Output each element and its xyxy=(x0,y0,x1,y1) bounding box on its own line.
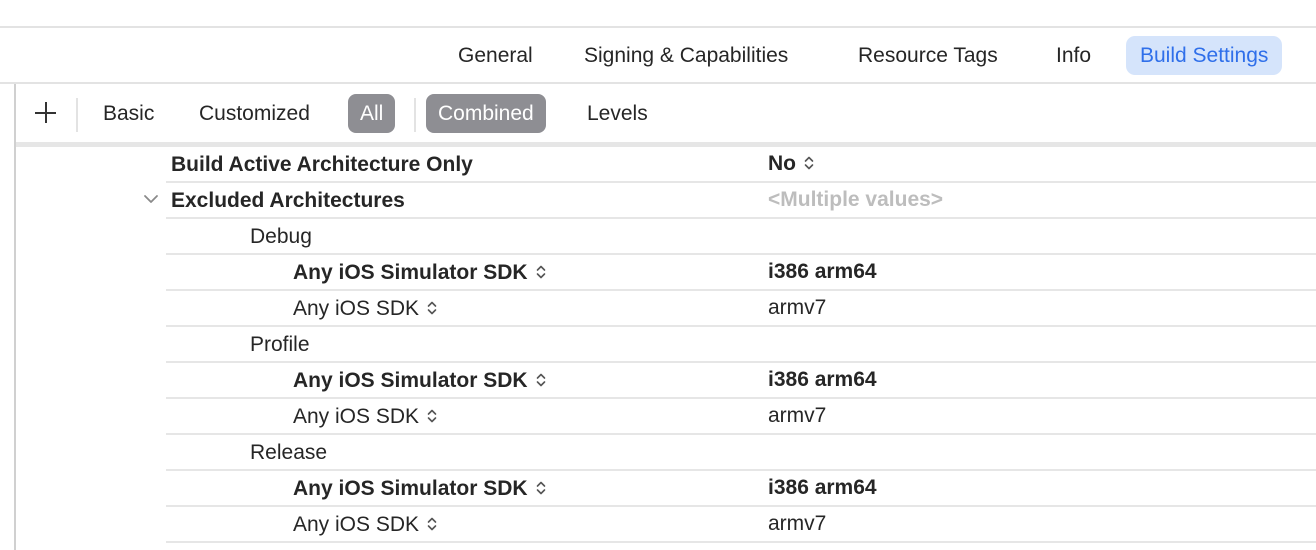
setting-name: Any iOS SDK xyxy=(293,403,437,431)
setting-value-label: i386 arm64 xyxy=(768,368,877,391)
tab-resource-tags[interactable]: Resource Tags xyxy=(844,36,1012,75)
setting-row[interactable]: Release xyxy=(0,435,1316,471)
tab-info[interactable]: Info xyxy=(1042,36,1105,75)
up-down-stepper-icon[interactable] xyxy=(804,151,814,170)
setting-value[interactable]: No xyxy=(768,150,814,178)
setting-value-label: armv7 xyxy=(768,296,827,319)
setting-value-label: No xyxy=(768,152,796,175)
setting-name: Debug xyxy=(250,223,312,251)
tab-general[interactable]: General xyxy=(444,36,547,75)
setting-name-label: Any iOS SDK xyxy=(293,513,420,536)
setting-name-label: Release xyxy=(250,441,328,464)
setting-value[interactable]: i386 arm64 xyxy=(768,366,877,394)
setting-name: Any iOS Simulator SDK xyxy=(293,367,546,395)
setting-row[interactable]: Debug xyxy=(0,219,1316,255)
setting-value[interactable]: i386 arm64 xyxy=(768,474,877,502)
up-down-stepper-icon[interactable] xyxy=(427,512,437,531)
setting-name-label: Any iOS Simulator SDK xyxy=(293,261,528,284)
setting-value-label: i386 arm64 xyxy=(768,260,877,283)
setting-name-label: Any iOS Simulator SDK xyxy=(293,477,528,500)
row-separator xyxy=(166,541,1316,543)
setting-row[interactable]: Any iOS SDK armv7 xyxy=(0,291,1316,327)
chevron-down-icon[interactable] xyxy=(143,192,159,206)
setting-value[interactable]: armv7 xyxy=(768,402,826,430)
tab-signing-capabilities[interactable]: Signing & Capabilities xyxy=(570,36,802,75)
filter-customized-button[interactable]: Customized xyxy=(187,94,322,133)
setting-value[interactable]: armv7 xyxy=(768,294,826,322)
setting-name-label: Build Active Architecture Only xyxy=(171,153,473,176)
setting-row[interactable]: Profile xyxy=(0,327,1316,363)
setting-name: Any iOS Simulator SDK xyxy=(293,259,546,287)
setting-row[interactable]: Build Active Architecture Only No xyxy=(0,147,1316,183)
setting-name: Profile xyxy=(250,331,310,359)
up-down-stepper-icon[interactable] xyxy=(427,404,437,423)
setting-name-label: Excluded Architectures xyxy=(171,189,405,212)
setting-name: Any iOS SDK xyxy=(293,511,437,539)
setting-row[interactable]: Excluded Architectures <Multiple values> xyxy=(0,183,1316,219)
setting-value-label: i386 arm64 xyxy=(768,476,877,499)
editor-tab-bar: General Signing & Capabilities Resource … xyxy=(0,28,1316,82)
up-down-stepper-icon[interactable] xyxy=(427,296,437,315)
setting-row[interactable]: Any iOS Simulator SDK i386 arm64 xyxy=(0,363,1316,399)
setting-name-label: Any iOS SDK xyxy=(293,405,420,428)
setting-row[interactable]: Any iOS SDK armv7 xyxy=(0,399,1316,435)
setting-name: Any iOS Simulator SDK xyxy=(293,475,546,503)
setting-row[interactable]: Any iOS Simulator SDK i386 arm64 xyxy=(0,471,1316,507)
setting-name-label: Profile xyxy=(250,333,310,356)
setting-value[interactable]: armv7 xyxy=(768,510,826,538)
tab-build-settings[interactable]: Build Settings xyxy=(1126,36,1283,75)
filter-basic-button[interactable]: Basic xyxy=(91,94,166,133)
toolbar-separator xyxy=(414,98,416,132)
view-levels-button[interactable]: Levels xyxy=(575,94,660,133)
setting-name: Release xyxy=(250,439,327,467)
setting-name-label: Debug xyxy=(250,225,312,248)
setting-value[interactable]: i386 arm64 xyxy=(768,258,877,286)
setting-value-label: armv7 xyxy=(768,404,827,427)
setting-name-label: Any iOS Simulator SDK xyxy=(293,369,528,392)
setting-value[interactable]: <Multiple values> xyxy=(768,186,943,214)
setting-name: Excluded Architectures xyxy=(171,187,405,215)
setting-row[interactable]: Any iOS Simulator SDK i386 arm64 xyxy=(0,255,1316,291)
view-combined-button[interactable]: Combined xyxy=(426,94,546,133)
setting-value-label: <Multiple values> xyxy=(768,188,944,211)
up-down-stepper-icon[interactable] xyxy=(536,476,546,495)
setting-name-label: Any iOS SDK xyxy=(293,297,420,320)
toolbar-separator xyxy=(76,98,78,132)
setting-row[interactable]: Any iOS SDK armv7 xyxy=(0,507,1316,543)
up-down-stepper-icon[interactable] xyxy=(536,368,546,387)
build-settings-filter-bar: Basic Customized All Combined Levels xyxy=(16,84,1316,142)
setting-name: Build Active Architecture Only xyxy=(171,151,473,179)
setting-value-label: armv7 xyxy=(768,512,827,535)
build-settings-table: Build Active Architecture Only No Excluded… xyxy=(0,147,1316,543)
setting-name: Any iOS SDK xyxy=(293,295,437,323)
plus-icon[interactable] xyxy=(31,96,61,130)
filter-all-button[interactable]: All xyxy=(348,94,396,133)
up-down-stepper-icon[interactable] xyxy=(536,260,546,279)
